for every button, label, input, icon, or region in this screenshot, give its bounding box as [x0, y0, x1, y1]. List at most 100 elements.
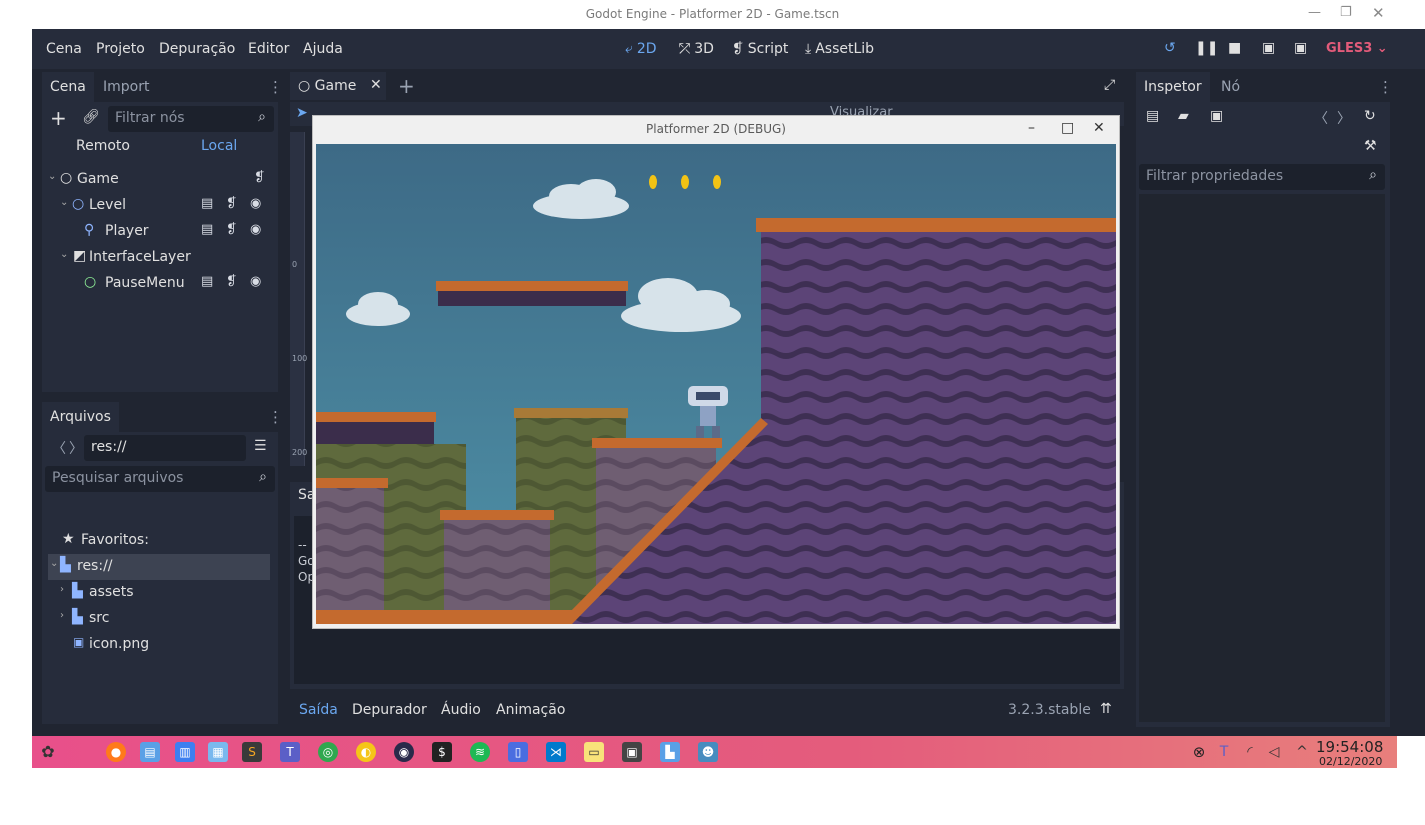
dock-menu-icon[interactable]: ⋮: [1378, 78, 1393, 96]
pause-icon[interactable]: ❚❚: [1195, 40, 1218, 56]
teams-icon[interactable]: T: [280, 742, 300, 762]
workspace-3d-button[interactable]: ⤱ 3D: [679, 41, 714, 57]
script-attached-icon[interactable]: ❡: [226, 274, 237, 289]
tab-arquivos[interactable]: Arquivos: [42, 402, 119, 432]
path-field[interactable]: res://: [84, 435, 246, 461]
expand-arrow-icon[interactable]: ›: [60, 610, 64, 621]
tab-inspetor[interactable]: Inspetor: [1136, 72, 1210, 102]
monitor-icon[interactable]: ▣: [622, 742, 642, 762]
tab-import[interactable]: Import: [95, 72, 157, 102]
add-node-icon[interactable]: +: [50, 106, 67, 130]
godot-icon[interactable]: ☻: [698, 742, 718, 762]
menu-editor[interactable]: Editor: [248, 41, 289, 57]
collapse-arrow-icon[interactable]: ⌄: [50, 558, 58, 569]
file-row-favorites[interactable]: ★ Favoritos:: [60, 528, 290, 554]
tab-audio[interactable]: Áudio: [441, 702, 481, 718]
folder-app-icon[interactable]: ▙: [660, 742, 680, 762]
clapperboard-icon[interactable]: ▤: [201, 196, 213, 211]
restore-icon[interactable]: ❐: [1340, 5, 1352, 20]
spreadsheet-icon[interactable]: ▦: [208, 742, 228, 762]
new-resource-icon[interactable]: ▤: [1146, 108, 1159, 124]
menu-cena[interactable]: Cena: [46, 41, 82, 57]
collapse-arrow-icon[interactable]: ⌄: [48, 171, 56, 182]
select-tool-icon[interactable]: ➤: [296, 105, 308, 121]
play-custom-scene-icon[interactable]: ▣: [1294, 40, 1307, 56]
menu-depuracao[interactable]: Depuração: [159, 41, 235, 57]
visibility-eye-icon[interactable]: ◉: [250, 222, 261, 237]
tree-row-level[interactable]: ⌄ ○ Level ▤ ❡ ◉: [60, 193, 290, 219]
teams-tray-icon[interactable]: T: [1214, 742, 1234, 762]
volume-icon[interactable]: ◁: [1264, 742, 1284, 762]
tree-row-game[interactable]: ⌄ ○ Game ❡: [48, 167, 278, 193]
history-icon[interactable]: ↻: [1364, 108, 1376, 124]
file-row-res[interactable]: ⌄ ▙ res://: [48, 554, 270, 580]
distraction-free-icon[interactable]: ⤢: [1104, 77, 1115, 93]
renderer-select[interactable]: GLES3 ⌄: [1326, 41, 1388, 56]
maximize-icon[interactable]: □: [1061, 120, 1074, 136]
tree-row-player[interactable]: ⚲ Player ▤ ❡ ◉: [72, 219, 302, 245]
back-icon[interactable]: 〈: [52, 438, 66, 458]
tab-animacao[interactable]: Animação: [496, 702, 565, 718]
close-tab-icon[interactable]: ✕: [370, 77, 382, 93]
clapperboard-icon[interactable]: ▤: [201, 274, 213, 289]
game-viewport[interactable]: [316, 144, 1116, 624]
tab-depurador[interactable]: Depurador: [352, 702, 427, 718]
terminal-icon[interactable]: $: [432, 742, 452, 762]
expand-panel-icon[interactable]: ⇈: [1100, 701, 1112, 717]
split-mode-icon[interactable]: ☰: [254, 438, 267, 454]
filter-properties-input[interactable]: Filtrar propriedades ⌕: [1139, 164, 1385, 190]
open-folder-icon[interactable]: ▰: [1178, 108, 1189, 124]
script-attached-icon[interactable]: ❡: [226, 196, 237, 211]
close-icon[interactable]: ✕: [1093, 120, 1105, 136]
sync-tray-icon[interactable]: ⊗: [1189, 742, 1209, 762]
collapse-arrow-icon[interactable]: ⌄: [60, 249, 68, 260]
filter-nodes-input[interactable]: Filtrar nós ⌕: [108, 106, 274, 132]
document-icon[interactable]: ▯: [508, 742, 528, 762]
file-row-assets[interactable]: › ▙ assets: [60, 580, 290, 606]
workspace-script-button[interactable]: ❡ Script: [732, 41, 788, 57]
firefox-icon[interactable]: ●: [106, 742, 126, 762]
clock-time[interactable]: 19:54:08: [1316, 738, 1383, 756]
dock-menu-icon[interactable]: ⋮: [268, 78, 283, 96]
file-manager-icon[interactable]: ▤: [140, 742, 160, 762]
menu-ajuda[interactable]: Ajuda: [303, 41, 343, 57]
minimize-icon[interactable]: —: [1308, 5, 1321, 20]
dock-menu-icon[interactable]: ⋮: [268, 408, 283, 426]
reload-icon[interactable]: ↺: [1164, 40, 1176, 56]
workspace-2d-button[interactable]: ⤶ 2D: [625, 41, 657, 57]
workspace-assetlib-button[interactable]: ⤓ AssetLib: [805, 41, 874, 57]
app-launcher-icon[interactable]: ✿: [38, 742, 58, 762]
tools-icon[interactable]: ⚒: [1364, 138, 1377, 154]
properties-list[interactable]: [1139, 194, 1385, 722]
script-attached-icon[interactable]: ❡: [254, 170, 265, 185]
collapse-arrow-icon[interactable]: ⌄: [60, 197, 68, 208]
tree-row-pausemenu[interactable]: ○ PauseMenu ▤ ❡ ◉: [72, 271, 302, 297]
minimize-icon[interactable]: –: [1028, 120, 1035, 136]
clapperboard-icon[interactable]: ▤: [201, 222, 213, 237]
close-icon[interactable]: ✕: [1372, 4, 1385, 22]
menu-projeto[interactable]: Projeto: [96, 41, 145, 57]
history-back-icon[interactable]: 〈: [1314, 108, 1328, 128]
history-forward-icon[interactable]: 〉: [1337, 108, 1351, 128]
tree-row-interfacelayer[interactable]: ⌄ ◩ InterfaceLayer: [60, 245, 290, 271]
expand-arrow-icon[interactable]: ›: [60, 584, 64, 595]
play-scene-icon[interactable]: ▣: [1262, 40, 1275, 56]
tab-saida[interactable]: Saída: [299, 702, 338, 718]
link-icon[interactable]: 🔗︎: [82, 109, 100, 125]
chrome-icon[interactable]: ◎: [318, 742, 338, 762]
tray-expand-icon[interactable]: ^: [1292, 742, 1312, 762]
visibility-eye-icon[interactable]: ◉: [250, 196, 261, 211]
stop-icon[interactable]: ■: [1228, 40, 1241, 56]
file-row-src[interactable]: › ▙ src: [60, 606, 290, 632]
mode-remoto-button[interactable]: Remoto: [76, 138, 130, 154]
app-dark-icon[interactable]: ◉: [394, 742, 414, 762]
wifi-icon[interactable]: ◜: [1240, 742, 1260, 762]
tab-cena[interactable]: Cena: [42, 72, 94, 102]
vscode-icon[interactable]: ⋊: [546, 742, 566, 762]
add-tab-icon[interactable]: +: [398, 74, 415, 98]
tab-no[interactable]: Nó: [1213, 72, 1248, 102]
calendar-icon[interactable]: ▥: [175, 742, 195, 762]
app-yellow-icon[interactable]: ◐: [356, 742, 376, 762]
mode-local-button[interactable]: Local: [201, 138, 237, 154]
notes-icon[interactable]: ▭: [584, 742, 604, 762]
